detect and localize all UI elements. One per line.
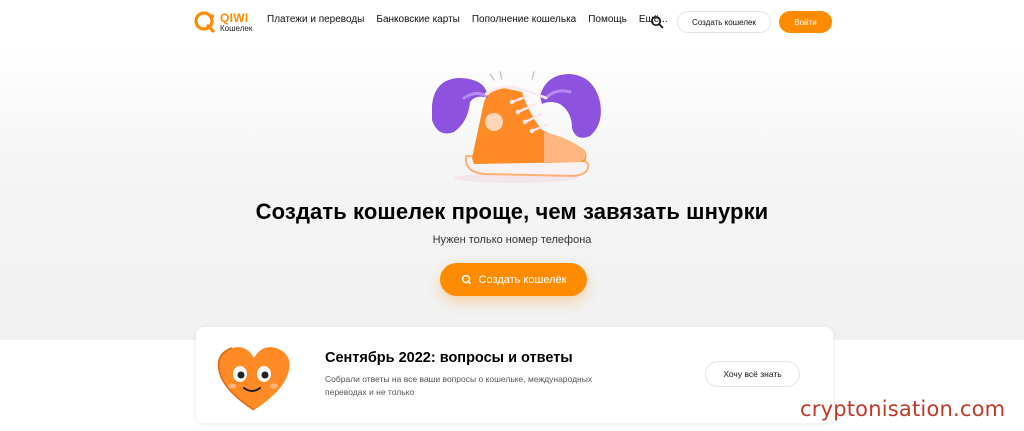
hero-section: Создать кошелек проще, чем завязать шнур…	[0, 44, 1024, 340]
learn-everything-button[interactable]: Хочу всё знать	[705, 361, 800, 387]
watermark-text: cryptonisation.com	[800, 397, 1006, 421]
hero-title: Создать кошелек проще, чем завязать шнур…	[255, 199, 769, 224]
nav-item-top-up[interactable]: Пополнение кошелька	[472, 14, 576, 25]
login-button[interactable]: Войти	[779, 11, 832, 33]
sneaker-illustration	[432, 71, 601, 183]
create-wallet-header-button[interactable]: Создать кошелек	[677, 11, 771, 33]
heart-character-illustration	[217, 347, 290, 411]
qiwi-logo-icon	[194, 11, 215, 33]
hero-subtitle: Нужен только номер телефона	[432, 234, 592, 246]
cta-label: Создать кошелёк	[478, 273, 567, 286]
logo-brand-text: QIWI	[220, 10, 249, 25]
create-wallet-cta-button[interactable]: Создать кошелёк	[440, 263, 587, 296]
faq-description: Собрали ответы на все ваши вопросы о кош…	[325, 374, 593, 397]
nav-item-help[interactable]: Помощь	[588, 14, 627, 25]
logo-subtitle: Кошелек	[220, 23, 253, 33]
faq-title: Сентябрь 2022: вопросы и ответы	[325, 350, 573, 366]
top-header: QIWI Кошелек Платежи и переводы Банковск…	[0, 0, 1024, 44]
search-icon[interactable]	[650, 15, 664, 29]
faq-promo-card[interactable]: Сентябрь 2022: вопросы и ответы Собрали …	[196, 327, 833, 423]
main-nav: Платежи и переводы Банковские карты Попо…	[267, 14, 680, 25]
nav-item-payments[interactable]: Платежи и переводы	[267, 14, 364, 25]
qiwi-logo-icon	[461, 274, 471, 285]
nav-item-bank-cards[interactable]: Банковские карты	[376, 14, 459, 25]
qiwi-logo[interactable]: QIWI Кошелек	[193, 9, 253, 35]
